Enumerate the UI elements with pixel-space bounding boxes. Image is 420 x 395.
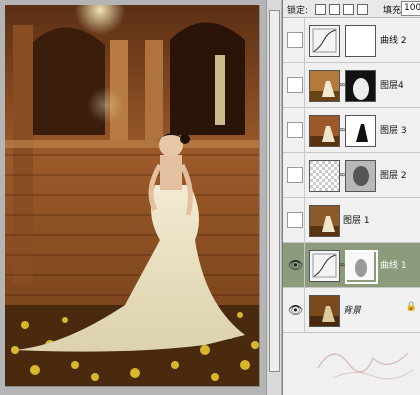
layer-row-curves-2[interactable]: 曲线 2 bbox=[283, 18, 420, 63]
curves-adjustment-icon bbox=[309, 25, 340, 57]
signature-watermark bbox=[317, 352, 414, 380]
divider bbox=[304, 18, 305, 62]
vertical-scrollbar[interactable] bbox=[266, 0, 281, 395]
lock-icon: 🔒 bbox=[405, 302, 417, 312]
layer-name[interactable]: 图层 2 bbox=[380, 168, 407, 181]
layer-mask-thumbnail[interactable] bbox=[345, 115, 376, 147]
visibility-toggle[interactable] bbox=[287, 77, 303, 93]
layer-row-layer-1[interactable]: 图层 1 bbox=[283, 198, 420, 243]
divider bbox=[304, 63, 305, 107]
divider bbox=[304, 198, 305, 242]
layer-thumbnail[interactable] bbox=[309, 295, 340, 327]
visibility-toggle[interactable] bbox=[287, 32, 303, 48]
eye-icon[interactable]: 👁 bbox=[287, 302, 303, 318]
visibility-toggle[interactable] bbox=[287, 167, 303, 183]
transparent-layer-thumbnail[interactable] bbox=[309, 160, 340, 192]
layer-row-layer-2[interactable]: ∞ 图层 2 bbox=[283, 153, 420, 198]
fill-input[interactable]: 100% bbox=[401, 1, 420, 16]
layer-name[interactable]: 曲线 1 bbox=[380, 258, 407, 271]
layer-row-curves-1[interactable]: 👁 ∞ 曲线 1 bbox=[283, 243, 420, 288]
lock-pixels-icon[interactable] bbox=[329, 4, 340, 15]
layer-options-bar: 锁定: 填充: 100% bbox=[283, 0, 420, 18]
divider bbox=[304, 153, 305, 197]
layer-name[interactable]: 图层4 bbox=[380, 78, 404, 91]
layer-row-layer-3[interactable]: ∞ 图层 3 bbox=[283, 108, 420, 153]
divider bbox=[304, 288, 305, 332]
layers-panel: 锁定: 填充: 100% 曲线 2 ∞ bbox=[282, 0, 420, 395]
scrollbar-thumb[interactable] bbox=[269, 10, 280, 372]
eye-icon[interactable]: 👁 bbox=[287, 257, 303, 273]
lock-position-icon[interactable] bbox=[343, 4, 354, 15]
layer-name[interactable]: 背景 bbox=[343, 303, 361, 316]
layer-mask-thumbnail[interactable] bbox=[345, 25, 376, 57]
visibility-toggle[interactable] bbox=[287, 212, 303, 228]
layer-name[interactable]: 曲线 2 bbox=[380, 33, 407, 46]
layer-list: 曲线 2 ∞ 图层4 ∞ 图层 3 ∞ 图层 2 图层 1 👁 ∞ 曲线 1 👁… bbox=[283, 18, 420, 333]
layer-mask-thumbnail[interactable] bbox=[345, 160, 376, 192]
layer-row-layer-4[interactable]: ∞ 图层4 bbox=[283, 63, 420, 108]
lock-label: 锁定: bbox=[287, 6, 309, 16]
layer-mask-thumbnail[interactable] bbox=[345, 250, 378, 284]
visibility-toggle[interactable] bbox=[287, 122, 303, 138]
photo-canvas[interactable] bbox=[5, 5, 260, 387]
divider bbox=[304, 243, 305, 287]
lock-all-icon[interactable] bbox=[357, 4, 368, 15]
wedding-photo bbox=[5, 5, 259, 386]
lock-transparent-icon[interactable] bbox=[315, 4, 326, 15]
layer-thumbnail[interactable] bbox=[309, 205, 340, 237]
divider bbox=[304, 108, 305, 152]
layer-row-background[interactable]: 👁 背景 🔒 bbox=[283, 288, 420, 333]
layer-name[interactable]: 图层 3 bbox=[380, 123, 407, 136]
layer-thumbnail[interactable] bbox=[309, 70, 340, 102]
layer-thumbnail[interactable] bbox=[309, 115, 340, 147]
layer-name[interactable]: 图层 1 bbox=[343, 213, 370, 226]
canvas-area[interactable] bbox=[0, 0, 282, 395]
curves-adjustment-icon bbox=[309, 250, 340, 282]
layer-mask-thumbnail[interactable] bbox=[345, 70, 376, 102]
